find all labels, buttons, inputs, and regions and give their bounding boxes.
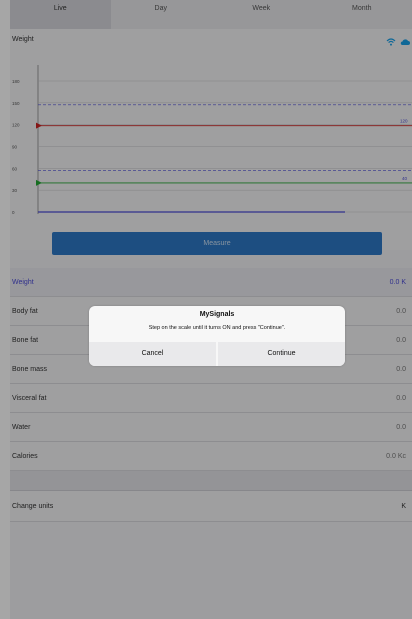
alert-dialog: MySignals Step on the scale until it tur… [89, 306, 345, 366]
dialog-message: Step on the scale until it turns ON and … [148, 325, 286, 331]
cancel-button[interactable]: Cancel [89, 342, 216, 366]
continue-button[interactable]: Continue [218, 342, 345, 366]
dialog-title: MySignals [199, 311, 235, 318]
